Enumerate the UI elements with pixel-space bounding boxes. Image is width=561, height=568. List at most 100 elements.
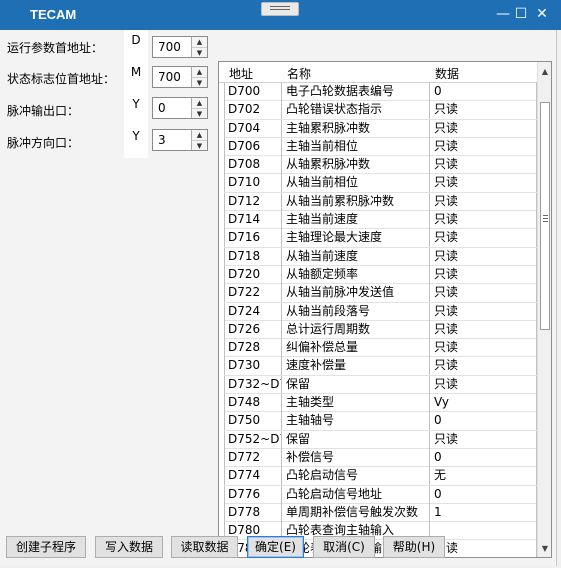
- spin-up-icon[interactable]: ▲: [191, 130, 207, 140]
- address-cell: D702: [224, 101, 282, 120]
- table-row[interactable]: D708 从轴累积脉冲数 只读: [224, 156, 537, 175]
- data-cell[interactable]: 只读: [430, 265, 537, 284]
- data-cell[interactable]: 只读: [430, 119, 537, 138]
- title-bar[interactable]: TECAM — ☐ ✕: [0, 0, 561, 30]
- header-name[interactable]: 名称: [287, 65, 311, 82]
- name-cell: 电子凸轮数据表编号: [282, 83, 430, 101]
- vertical-scrollbar[interactable]: ▲ ▼: [537, 62, 551, 557]
- data-cell[interactable]: 只读: [430, 101, 537, 120]
- name-cell: 主轴当前速度: [282, 211, 430, 230]
- data-cell[interactable]: 只读: [430, 375, 537, 394]
- header-address[interactable]: 地址: [229, 65, 253, 82]
- spin-down-icon[interactable]: ▼: [191, 77, 207, 87]
- address-cell: D710: [224, 174, 282, 193]
- table-row[interactable]: D718 从轴当前速度 只读: [224, 247, 537, 266]
- table-row[interactable]: D704 主轴累积脉冲数 只读: [224, 119, 537, 138]
- data-cell[interactable]: 只读: [430, 357, 537, 376]
- table-row[interactable]: D778 单周期补偿信号触发次数 1: [224, 503, 537, 523]
- spin-up-icon[interactable]: ▲: [191, 67, 207, 77]
- table-row[interactable]: D748 主轴类型 Vy: [224, 394, 537, 413]
- run-param-value[interactable]: 700: [158, 40, 181, 54]
- data-cell[interactable]: 只读: [430, 137, 537, 156]
- table-row[interactable]: D776 凸轮启动信号地址 0: [224, 485, 537, 504]
- table-row[interactable]: D726 总计运行周期数 只读: [224, 320, 537, 340]
- cancel-button[interactable]: 取消(C): [313, 536, 375, 558]
- name-cell: 保留: [282, 375, 430, 394]
- address-cell: D716: [224, 229, 282, 248]
- table-row[interactable]: D730 速度补偿量 只读: [224, 357, 537, 376]
- maximize-icon[interactable]: ☐: [512, 5, 530, 23]
- name-cell: 从轴当前速度: [282, 247, 430, 266]
- address-cell: D724: [224, 302, 282, 321]
- data-cell[interactable]: 0: [430, 448, 537, 467]
- pulse-direction-spinbox[interactable]: 3 ▲ ▼: [152, 129, 208, 151]
- data-cell[interactable]: 只读: [430, 320, 537, 339]
- table-row[interactable]: D728 纠偏补偿总量 只读: [224, 339, 537, 358]
- data-cell[interactable]: 0: [430, 485, 537, 504]
- register-table[interactable]: 地址 名称 数据 D700 电子凸轮数据表编号 0 D702 凸轮错误状态指示 只读 D70…: [218, 61, 552, 558]
- data-cell[interactable]: [430, 522, 537, 541]
- name-cell: 主轴轴号: [282, 412, 430, 431]
- name-cell: 纠偏补偿总量: [282, 339, 430, 358]
- scroll-down-icon[interactable]: ▼: [538, 542, 551, 556]
- data-cell[interactable]: 只读: [430, 284, 537, 303]
- table-row[interactable]: D706 主轴当前相位 只读: [224, 137, 537, 157]
- address-cell: D726: [224, 320, 282, 339]
- data-cell[interactable]: 只读: [430, 174, 537, 193]
- data-cell[interactable]: 只读: [430, 302, 537, 321]
- drag-grip-icon[interactable]: [261, 2, 299, 16]
- name-cell: 从轴当前相位: [282, 174, 430, 193]
- spin-down-icon[interactable]: ▼: [191, 140, 207, 150]
- create-subprogram-button[interactable]: 创建子程序: [6, 536, 86, 558]
- data-cell[interactable]: 只读: [430, 156, 537, 175]
- data-cell[interactable]: 0: [430, 412, 537, 431]
- address-cell: D750: [224, 412, 282, 431]
- minimize-icon[interactable]: —: [494, 5, 512, 23]
- table-row[interactable]: D752~D7 保留 只读: [224, 430, 537, 449]
- status-flag-spinbox[interactable]: 700 ▲ ▼: [152, 66, 208, 88]
- table-row[interactable]: D710 从轴当前相位 只读: [224, 174, 537, 193]
- spin-down-icon[interactable]: ▼: [191, 108, 207, 118]
- table-row[interactable]: D772 补偿信号 0: [224, 448, 537, 468]
- scroll-up-icon[interactable]: ▲: [538, 65, 551, 79]
- data-cell[interactable]: 0: [430, 83, 537, 101]
- table-row[interactable]: D774 凸轮启动信号无: [224, 467, 537, 486]
- spin-down-icon[interactable]: ▼: [191, 47, 207, 57]
- help-button[interactable]: 帮助(H): [383, 536, 445, 558]
- data-cell[interactable]: 只读: [430, 339, 537, 358]
- header-data[interactable]: 数据: [435, 65, 459, 82]
- pulse-output-spinbox[interactable]: 0 ▲ ▼: [152, 97, 208, 119]
- spin-up-icon[interactable]: ▲: [191, 37, 207, 47]
- table-row[interactable]: D712 从轴当前累积脉冲数 只读: [224, 192, 537, 212]
- data-cell[interactable]: 只读: [430, 540, 537, 557]
- read-data-button[interactable]: 读取数据: [171, 536, 238, 558]
- data-cell[interactable]: 无: [430, 467, 537, 486]
- scroll-thumb[interactable]: [540, 102, 550, 330]
- data-cell[interactable]: 只读: [430, 430, 537, 449]
- ok-button[interactable]: 确定(E): [247, 536, 304, 558]
- table-row[interactable]: D720 从轴额定频率 只读: [224, 265, 537, 285]
- table-row[interactable]: D732~D7 保留 只读: [224, 375, 537, 395]
- data-cell[interactable]: 只读: [430, 192, 537, 211]
- spin-up-icon[interactable]: ▲: [191, 98, 207, 108]
- close-icon[interactable]: ✕: [533, 5, 551, 23]
- table-row[interactable]: D714 主轴当前速度 只读: [224, 211, 537, 230]
- table-row[interactable]: D750 主轴轴号 0: [224, 412, 537, 431]
- data-cell[interactable]: Vy: [430, 394, 537, 413]
- data-cell[interactable]: 只读: [430, 247, 537, 266]
- run-param-spinbox[interactable]: 700 ▲ ▼: [152, 36, 208, 58]
- data-cell[interactable]: 只读: [430, 229, 537, 248]
- address-cell: D728: [224, 339, 282, 358]
- status-flag-value[interactable]: 700: [158, 70, 181, 84]
- pulse-output-value[interactable]: 0: [158, 101, 166, 115]
- table-row[interactable]: D722 从轴当前脉冲发送值 只读: [224, 284, 537, 303]
- pulse-direction-value[interactable]: 3: [158, 133, 166, 147]
- table-row[interactable]: D702 凸轮错误状态指示 只读: [224, 101, 537, 120]
- table-row[interactable]: D716 主轴理论最大速度 只读: [224, 229, 537, 248]
- write-data-button[interactable]: 写入数据: [95, 536, 163, 558]
- table-row[interactable]: D724 从轴当前段落号 只读: [224, 302, 537, 321]
- name-cell: 从轴额定频率: [282, 265, 430, 284]
- table-row[interactable]: D700 电子凸轮数据表编号 0: [224, 83, 537, 102]
- data-cell[interactable]: 1: [430, 503, 537, 522]
- data-cell[interactable]: 只读: [430, 211, 537, 230]
